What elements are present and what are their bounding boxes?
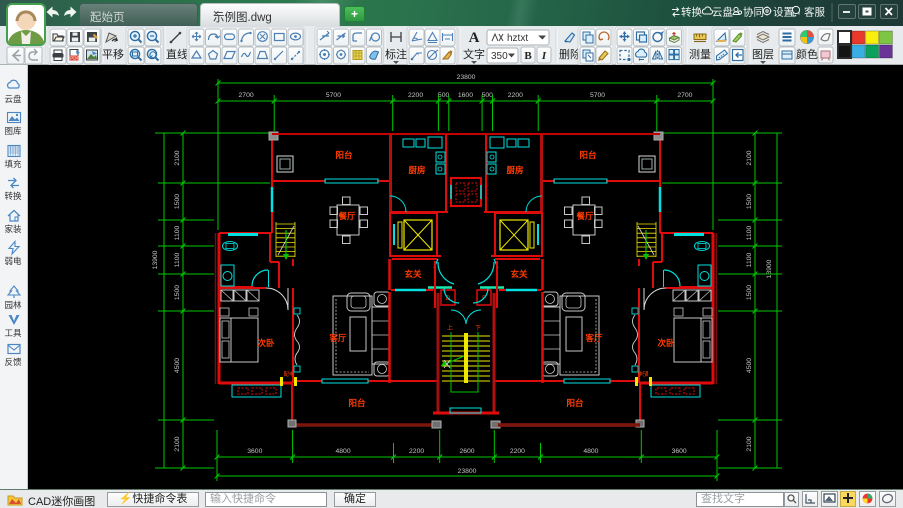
svg-text:3600: 3600 [247, 448, 262, 455]
svg-text:阳台: 阳台 [348, 398, 366, 408]
svg-text:次卧: 次卧 [657, 338, 675, 348]
svg-text:图库: 图库 [4, 126, 22, 136]
svg-text:1100: 1100 [746, 225, 753, 240]
svg-text:标注: 标注 [385, 47, 407, 61]
svg-text:平移: 平移 [102, 48, 124, 61]
svg-text:颜色: 颜色 [796, 47, 818, 61]
svg-text:配电: 配电 [283, 370, 295, 378]
svg-text:转换: 转换 [4, 191, 22, 201]
svg-text:hztxt: hztxt [507, 33, 528, 44]
svg-text:4500: 4500 [746, 358, 753, 373]
svg-text:协同: 协同 [743, 6, 764, 19]
svg-text:转换: 转换 [681, 6, 702, 19]
svg-text:1100: 1100 [746, 252, 753, 267]
svg-text:500: 500 [438, 92, 450, 99]
svg-text:B: B [524, 50, 532, 62]
svg-text:4800: 4800 [583, 448, 598, 455]
svg-text:工具: 工具 [4, 328, 22, 338]
svg-text:客服: 客服 [804, 6, 825, 19]
svg-text:5700: 5700 [590, 92, 605, 99]
svg-text:2700: 2700 [677, 92, 692, 99]
svg-text:配电: 配电 [637, 370, 649, 378]
svg-text:1500: 1500 [746, 285, 753, 300]
svg-text:23800: 23800 [457, 74, 476, 81]
svg-text:2200: 2200 [508, 92, 523, 99]
svg-text:直线: 直线 [166, 47, 188, 61]
svg-text:云盘: 云盘 [4, 94, 22, 104]
svg-text:2100: 2100 [174, 150, 181, 165]
svg-text:350: 350 [491, 51, 508, 62]
svg-text:阳台: 阳台 [579, 150, 597, 160]
svg-text:2200: 2200 [409, 448, 424, 455]
svg-text:2600: 2600 [459, 448, 474, 455]
svg-text:餐厅: 餐厅 [575, 211, 594, 221]
svg-text:玄关: 玄关 [404, 269, 422, 279]
svg-text:反馈: 反馈 [4, 357, 22, 367]
svg-text:厨房: 厨房 [506, 165, 523, 175]
svg-text:500: 500 [482, 92, 494, 99]
svg-text:填充: 填充 [4, 159, 22, 169]
svg-text:客厅: 客厅 [328, 333, 347, 343]
svg-text:2700: 2700 [239, 92, 254, 99]
svg-text:客厅: 客厅 [584, 333, 603, 343]
svg-text:1100: 1100 [174, 252, 181, 267]
svg-text:1500: 1500 [174, 194, 181, 209]
svg-text:阳台: 阳台 [335, 150, 353, 160]
svg-text:阳台: 阳台 [566, 398, 584, 408]
svg-text:厨房: 厨房 [408, 165, 425, 175]
svg-text:园林: 园林 [4, 300, 22, 310]
svg-text:2200: 2200 [408, 92, 423, 99]
svg-text:2100: 2100 [746, 150, 753, 165]
svg-text:1500: 1500 [746, 194, 753, 209]
svg-text:图层: 图层 [752, 48, 774, 61]
svg-text:上: 上 [447, 324, 453, 332]
svg-text:I: I [541, 50, 547, 62]
svg-text:23800: 23800 [458, 468, 477, 475]
svg-text:次卧: 次卧 [257, 338, 275, 348]
svg-text:4800: 4800 [335, 448, 350, 455]
svg-text:A: A [469, 30, 480, 46]
svg-text:PDF: PDF [70, 56, 79, 61]
svg-text:13900: 13900 [766, 259, 773, 278]
svg-text:5700: 5700 [326, 92, 341, 99]
svg-text:玄关: 玄关 [510, 269, 528, 279]
svg-text:3600: 3600 [672, 448, 687, 455]
svg-text:家装: 家装 [4, 224, 22, 234]
svg-text:弱电: 弱电 [4, 256, 22, 266]
svg-text:1600: 1600 [458, 92, 473, 99]
svg-text:1100: 1100 [174, 225, 181, 240]
svg-text:餐厅: 餐厅 [337, 211, 356, 221]
svg-text:下: 下 [475, 325, 481, 332]
svg-text:2200: 2200 [510, 448, 525, 455]
svg-text:4500: 4500 [174, 358, 181, 373]
svg-text:设置: 设置 [773, 7, 794, 19]
svg-text:测量: 测量 [689, 48, 711, 61]
svg-text:文字: 文字 [463, 47, 485, 61]
svg-text:1500: 1500 [174, 285, 181, 300]
svg-text:云盘: 云盘 [712, 6, 733, 19]
svg-text:2100: 2100 [746, 436, 753, 451]
svg-text:13900: 13900 [152, 250, 159, 269]
svg-text:2100: 2100 [174, 436, 181, 451]
